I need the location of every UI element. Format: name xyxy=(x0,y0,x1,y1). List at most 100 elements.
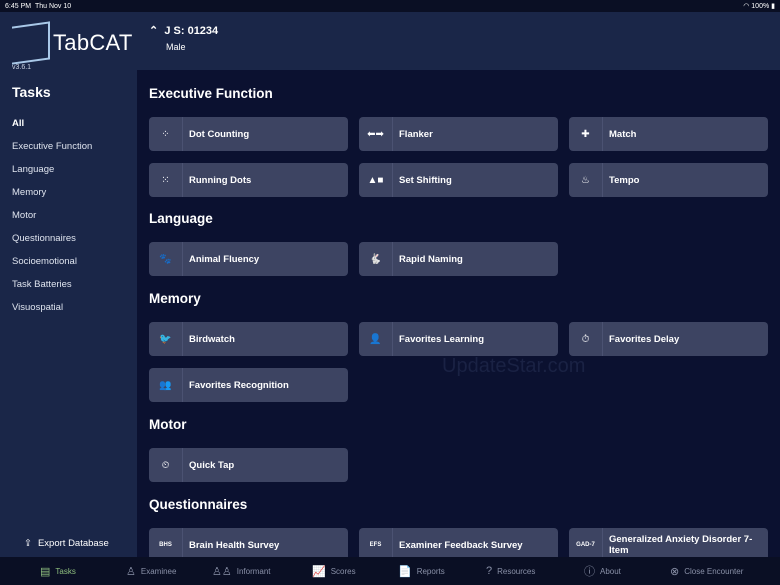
export-database-button[interactable]: ⇪ Export Database xyxy=(24,538,109,549)
task-card-running-dots[interactable]: ⁙ Running Dots xyxy=(149,163,348,197)
informant-icon: ♙♙ xyxy=(212,565,232,578)
task-card-match[interactable]: ✚ Match xyxy=(569,117,768,151)
task-label: Favorites Delay xyxy=(609,333,680,345)
sidebar: TabCAT v3.6.1 Tasks All Executive Functio… xyxy=(0,12,137,557)
share-icon: ⇪ xyxy=(24,538,32,549)
abbrev-icon: BHS xyxy=(149,528,183,557)
sidebar-title: Tasks xyxy=(12,84,51,100)
chevron-up-icon: ⌃ xyxy=(149,25,159,37)
cat-logo-icon xyxy=(12,21,50,65)
rapid-naming-icon: 🐇 xyxy=(359,242,393,276)
task-card-favorites-recognition[interactable]: 👥 Favorites Recognition xyxy=(149,368,348,402)
sidebar-item-visuospatial[interactable]: Visuospatial xyxy=(12,302,92,325)
task-card-generalized-anxiety-disorder-7-item[interactable]: GAD-7 Generalized Anxiety Disorder 7-Item xyxy=(569,528,768,557)
category-list: All Executive Function Language Memory Motor… xyxy=(12,118,92,325)
patient-header: ⌃ J S: 01234 Male xyxy=(137,12,780,70)
task-label: Brain Health Survey xyxy=(189,539,280,551)
task-card-tempo[interactable]: ♨ Tempo xyxy=(569,163,768,197)
tab-reports[interactable]: 📄 Reports xyxy=(398,565,486,578)
patient-id: J S: 01234 xyxy=(164,25,219,37)
tab-scores[interactable]: 📈 Scores xyxy=(312,565,398,578)
section-title: Executive Function xyxy=(149,86,273,101)
birdwatch-icon: 🐦 xyxy=(149,322,183,356)
task-label: Animal Fluency xyxy=(189,253,260,265)
task-card-animal-fluency[interactable]: 🐾 Animal Fluency xyxy=(149,242,348,276)
watermark: UpdateStar.com xyxy=(442,355,586,377)
wifi-icon: ◠ xyxy=(743,3,750,10)
abbrev-icon: EFS xyxy=(359,528,393,557)
sidebar-item-memory[interactable]: Memory xyxy=(12,187,92,210)
task-label: Rapid Naming xyxy=(399,253,463,265)
about-icon: ⓘ xyxy=(584,566,595,578)
task-label: Dot Counting xyxy=(189,128,250,140)
favorites-learning-icon: 👤 xyxy=(359,322,393,356)
tab-bar: ▤ Tasks ♙ Examinee ♙♙ Informant 📈 Scores 📄 Report… xyxy=(0,557,780,585)
export-label: Export Database xyxy=(37,538,109,549)
tab-label: Close Encounter xyxy=(684,566,744,576)
tab-about[interactable]: ⓘ About xyxy=(584,563,670,579)
patient-sex: Male xyxy=(166,42,186,52)
task-label: Flanker xyxy=(399,128,433,140)
tab-label: Reports xyxy=(416,566,445,576)
sidebar-item-questionnaires[interactable]: Questionnaires xyxy=(12,233,92,256)
battery-level: 100% xyxy=(751,3,770,10)
app-logo: TabCAT xyxy=(12,21,133,65)
sidebar-item-all[interactable]: All xyxy=(12,118,92,141)
app-version: v3.6.1 xyxy=(12,64,32,71)
favorites-recognition-icon: 👥 xyxy=(149,368,183,402)
section-title: Questionnaires xyxy=(149,497,248,512)
reports-icon: 📄 xyxy=(398,565,412,578)
task-card-dot-counting[interactable]: ⁘ Dot Counting xyxy=(149,117,348,151)
match-icon: ✚ xyxy=(569,117,603,151)
tasks-icon: ▤ xyxy=(40,565,51,578)
patient-toggle[interactable]: ⌃ J S: 01234 xyxy=(149,24,218,37)
task-card-set-shifting[interactable]: ▲■ Set Shifting xyxy=(359,163,558,197)
status-bar: 6:45 PM Thu Nov 10 ◠ 100% ▮ xyxy=(0,0,780,12)
tab-label: About xyxy=(600,566,621,576)
tab-label: Examinee xyxy=(140,566,177,576)
tab-resources[interactable]: ? Resources xyxy=(486,565,584,577)
flanker-icon: ⬅➡ xyxy=(359,117,393,151)
examinee-icon: ♙ xyxy=(126,565,136,578)
task-label: Running Dots xyxy=(189,174,252,186)
close-encounter-icon: ⊗ xyxy=(670,565,680,578)
task-label: Set Shifting xyxy=(399,174,452,186)
running-dots-icon: ⁙ xyxy=(149,163,183,197)
task-label: Match xyxy=(609,128,637,140)
task-label: Favorites Learning xyxy=(399,333,484,345)
task-card-birdwatch[interactable]: 🐦 Birdwatch xyxy=(149,322,348,356)
task-card-quick-tap[interactable]: ⏲ Quick Tap xyxy=(149,448,348,482)
task-card-examiner-feedback-survey[interactable]: EFS Examiner Feedback Survey xyxy=(359,528,558,557)
tab-label: Resources xyxy=(497,566,536,576)
sidebar-item-socioemotional[interactable]: Socioemotional xyxy=(12,256,92,279)
tab-label: Tasks xyxy=(55,566,76,576)
task-label: Birdwatch xyxy=(189,333,235,345)
animal-fluency-icon: 🐾 xyxy=(149,242,183,276)
task-label: Quick Tap xyxy=(189,459,235,471)
sidebar-item-executive-function[interactable]: Executive Function xyxy=(12,141,92,164)
task-list: UpdateStar.com Executive Function ⁘ Dot Co… xyxy=(137,70,780,557)
app-name: TabCAT xyxy=(53,30,133,55)
tab-examinee[interactable]: ♙ Examinee xyxy=(126,565,212,578)
task-label: Examiner Feedback Survey xyxy=(399,539,523,551)
sidebar-item-language[interactable]: Language xyxy=(12,164,92,187)
tab-close-encounter[interactable]: ⊗ Close Encounter xyxy=(670,565,770,578)
task-card-brain-health-survey[interactable]: BHS Brain Health Survey xyxy=(149,528,348,557)
section-title: Memory xyxy=(149,291,201,306)
task-card-flanker[interactable]: ⬅➡ Flanker xyxy=(359,117,558,151)
tab-label: Informant xyxy=(236,566,271,576)
status-date: Thu Nov 10 xyxy=(34,2,72,10)
task-label: Tempo xyxy=(609,174,640,186)
status-time: 6:45 PM xyxy=(5,2,32,10)
task-card-favorites-learning[interactable]: 👤 Favorites Learning xyxy=(359,322,558,356)
task-card-rapid-naming[interactable]: 🐇 Rapid Naming xyxy=(359,242,558,276)
dot-counting-icon: ⁘ xyxy=(149,117,183,151)
task-label: Generalized Anxiety Disorder 7-Item xyxy=(609,534,753,556)
task-label: Favorites Recognition xyxy=(189,379,289,391)
task-card-favorites-delay[interactable]: ⏱ Favorites Delay xyxy=(569,322,768,356)
sidebar-item-motor[interactable]: Motor xyxy=(12,210,92,233)
sidebar-item-task-batteries[interactable]: Task Batteries xyxy=(12,279,92,302)
tab-informant[interactable]: ♙♙ Informant xyxy=(212,565,312,578)
battery-icon: ▮ xyxy=(771,3,775,10)
tab-tasks[interactable]: ▤ Tasks xyxy=(40,565,126,578)
